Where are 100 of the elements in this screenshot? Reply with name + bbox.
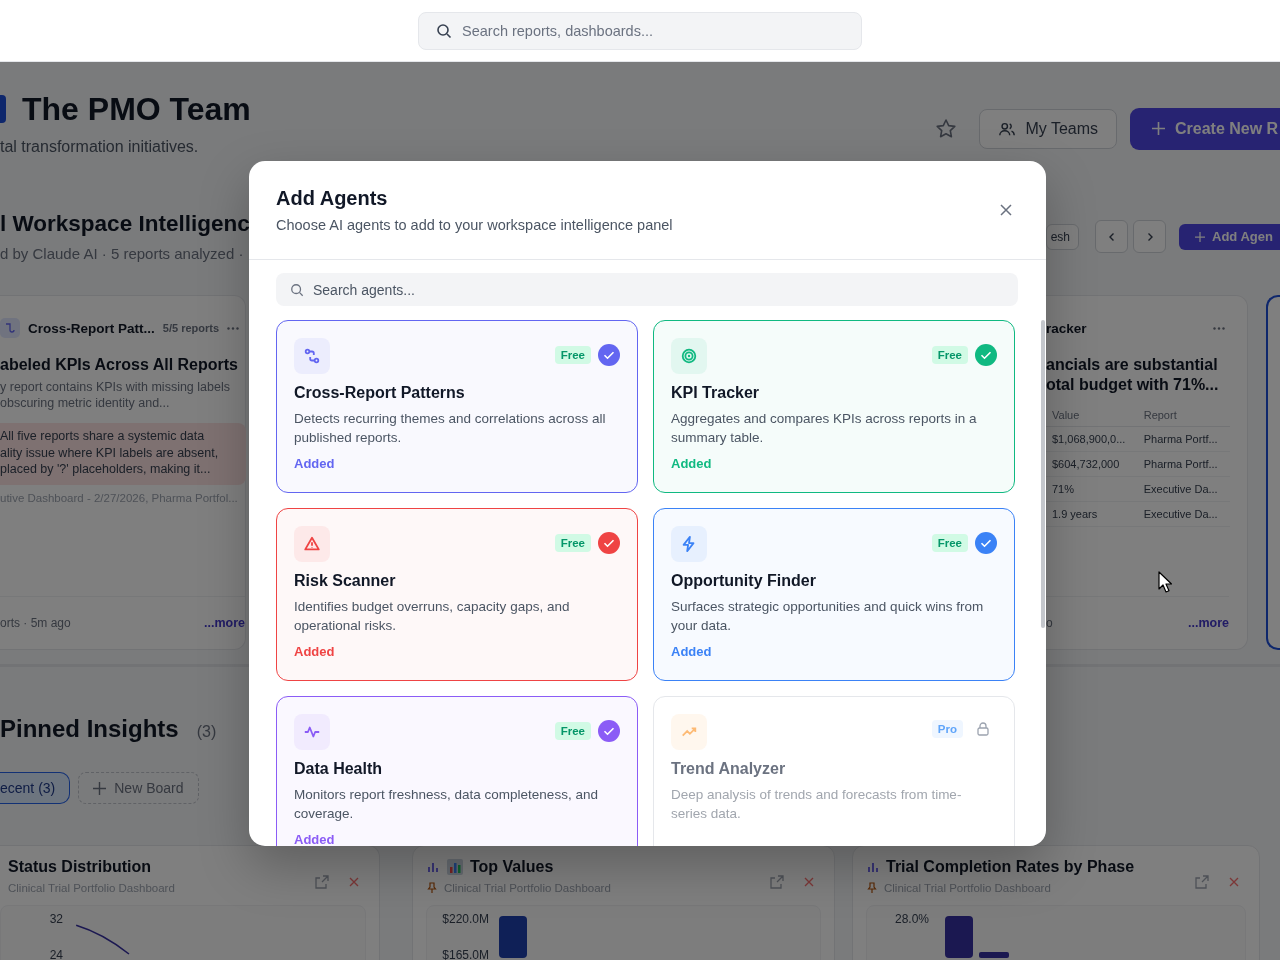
next-button[interactable]: [1133, 220, 1166, 253]
new-board-button[interactable]: New Board: [78, 772, 199, 804]
plan-badge: Free: [931, 534, 968, 552]
chart-title: Top Values: [470, 858, 554, 876]
open-icon[interactable]: [769, 874, 785, 890]
lock-icon: [975, 721, 991, 737]
check-icon: [975, 532, 997, 554]
agent-description: Deep analysis of trends and forecasts from time-series data.: [671, 786, 963, 823]
table-cell: Executive Da...: [1137, 476, 1230, 502]
agent-name: Opportunity Finder: [671, 571, 817, 591]
chart-title: Trial Completion Rates by Phase: [886, 858, 1135, 876]
agent-name: KPI Tracker: [671, 383, 761, 403]
insight-title: abeled KPIs Across All Reports: [0, 355, 239, 375]
pinned-count: (3): [196, 723, 217, 741]
my-teams-button[interactable]: My Teams: [979, 108, 1117, 149]
open-icon[interactable]: [1194, 874, 1210, 890]
board-tab[interactable]: ecent (3): [0, 772, 71, 804]
plan-badge: Pro: [931, 720, 963, 738]
bar-chart-icon: [446, 858, 464, 876]
axis-tick-label: 24: [49, 948, 63, 960]
column-header: Report: [1137, 405, 1230, 427]
table-cell: Pharma Portf...: [1137, 426, 1230, 452]
agent-description: Detects recurring themes and correlations across all published reports.: [294, 410, 607, 447]
previous-button[interactable]: [1095, 220, 1128, 253]
page-title: The PMO Team: [22, 90, 251, 128]
team-icon: [0, 95, 6, 123]
agent-description: Surfaces strategic opportunities and quick wins from your data.: [671, 598, 985, 635]
plan-badge: Free: [931, 346, 968, 364]
refresh-button[interactable]: esh: [1045, 223, 1079, 250]
pin-icon: [866, 882, 878, 894]
agent-card[interactable]: Free Data Health Monitors report freshness, data completeness, and coverage. Added: [276, 696, 638, 846]
agent-name: racker: [1046, 320, 1088, 336]
added-label: Added: [671, 643, 713, 661]
axis-tick-label: 28.0%: [894, 912, 929, 926]
agent-name: Cross-Report Patterns: [294, 383, 466, 403]
more-options-icon[interactable]: [1213, 326, 1225, 330]
plus-icon: [93, 781, 107, 795]
plan-badge: Free: [554, 534, 591, 552]
agent-card[interactable]: Free Risk Scanner Identifies budget overruns, capacity gaps, and operational risks. Added: [276, 508, 638, 681]
open-icon[interactable]: [314, 874, 330, 890]
agent-description: Identifies budget overruns, capacity gaps, and operational risks.: [294, 598, 571, 635]
add-agent-button[interactable]: Add Agen: [1179, 223, 1280, 250]
added-label: Added: [294, 455, 336, 473]
added-label: Added: [671, 455, 713, 473]
insight-footer: orts · 5m ago: [0, 616, 71, 630]
plus-icon: [1195, 231, 1205, 242]
plan-badge: Free: [554, 722, 591, 740]
agent-icon: [0, 318, 20, 338]
agent-card[interactable]: Pro Trend Analyzer Deep analysis of trends and forecasts from time-series data.: [653, 696, 1015, 846]
more-options-icon[interactable]: [227, 326, 240, 330]
check-icon: [598, 720, 620, 742]
chart-icon: [866, 860, 880, 874]
check-icon: [975, 344, 997, 366]
axis-tick-label: $165.0M: [442, 948, 489, 960]
plus-icon: [1152, 122, 1165, 135]
section-title: l Workspace Intelligenc: [0, 210, 250, 238]
bar-chart-drawing: [499, 916, 527, 958]
agent-description: Monitors report freshness, data completeness, and coverage.: [294, 786, 599, 823]
search-icon: [290, 283, 304, 297]
chart-icon: [426, 860, 440, 874]
section-subtitle: d by Claude AI · 5 reports analyzed ·: [0, 244, 245, 264]
bar-chart-drawing: [945, 916, 1009, 958]
insight-highlight: All five reports share a systemic data ality issue where KPI labels are absent, placed by '?' placeholders, making it...: [0, 423, 246, 485]
star-icon[interactable]: [934, 116, 959, 141]
scrollbar[interactable]: [1041, 320, 1045, 628]
added-label: Added: [294, 643, 336, 661]
table-cell: Pharma Portf...: [1137, 451, 1230, 477]
chart-title: Status Distribution: [8, 858, 152, 876]
pin-icon: [426, 882, 438, 894]
dialog-subtitle: Choose AI agents to add to your workspace intelligence panel: [276, 216, 673, 235]
search-field[interactable]: Search agents...: [276, 273, 1018, 306]
close-icon[interactable]: [998, 202, 1014, 218]
axis-tick-label: 32: [49, 912, 63, 926]
agent-name: Cross-Report Patt...: [28, 320, 155, 336]
section-title: Pinned Insights: [0, 714, 179, 744]
agent-card[interactable]: Free KPI Tracker Aggregates and compares KPIs across reports in a summary table. Added: [653, 320, 1015, 493]
agent-card[interactable]: Free Opportunity Finder Surfaces strategic opportunities and quick wins from your data. Added: [653, 508, 1015, 681]
dialog-title: Add Agents: [276, 186, 389, 211]
check-icon: [598, 532, 620, 554]
axis-tick-label: $220.0M: [442, 912, 489, 926]
plan-badge: Free: [554, 346, 591, 364]
insight-footer: o: [1046, 616, 1053, 630]
added-label: Added: [294, 831, 336, 846]
search-icon: [436, 22, 452, 39]
agent-name: Trend Analyzer: [671, 759, 787, 779]
cursor-icon: [1158, 571, 1172, 593]
agent-name: Risk Scanner: [294, 571, 397, 591]
agent-description: Aggregates and compares KPIs across reports in a summary table.: [671, 410, 978, 447]
agent-card[interactable]: Free Cross-Report Patterns Detects recurring themes and correlations across all published reports. Added: [276, 320, 638, 493]
more-link[interactable]: ...more: [204, 616, 245, 630]
page-subtitle: tal transformation initiatives.: [0, 137, 200, 157]
check-icon: [598, 344, 620, 366]
insight-title: ancials are substantial otal budget with 71%...: [1046, 355, 1220, 395]
more-link[interactable]: ...more: [1188, 616, 1229, 630]
report-count: 5/5 reports: [162, 322, 220, 334]
agent-name: Data Health: [294, 759, 384, 779]
create-report-button[interactable]: Create New R: [1130, 107, 1280, 150]
table-cell: Executive Da...: [1137, 501, 1230, 527]
insight-description: y report contains KPIs with missing labels obscuring metric identity and...: [0, 379, 231, 411]
search-field[interactable]: Search reports, dashboards...: [418, 11, 862, 50]
